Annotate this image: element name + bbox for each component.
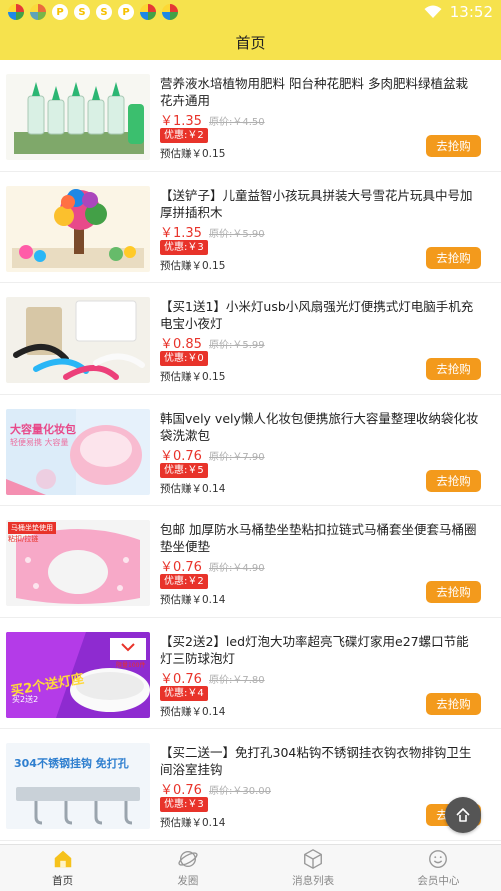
grab-button[interactable]: 去抢购 — [426, 469, 481, 492]
product-image — [6, 74, 150, 160]
coupon-badge: 优惠:￥4 — [160, 685, 208, 701]
clock: 13:52 — [449, 3, 493, 21]
product-price: ￥0.76 — [160, 560, 202, 575]
grab-button[interactable]: 去抢购 — [426, 246, 481, 269]
product-title[interactable]: 韩国vely vely懒人化妆包便携旅行大容量整理收纳袋化妆袋洗漱包 — [160, 410, 479, 444]
product-price: ￥1.35 — [160, 114, 202, 129]
product-price: ￥0.85 — [160, 337, 202, 352]
estimated-earnings: 预估赚￥0.14 — [160, 817, 226, 829]
product-card[interactable]: 马桶坐垫使用 粘扣/拉链 包邮 加厚防水马桶垫坐垫粘扣拉链式马桶套坐便套马桶圈垫… — [0, 506, 501, 618]
product-title[interactable]: 营养液水培植物用肥料 阳台种花肥料 多肉肥料绿植盆栽花卉通用 — [160, 75, 479, 109]
product-card[interactable]: 【送铲子】儿童益智小孩玩具拼装大号雪花片玩具中号加厚拼插积木 ￥1.35 原价:… — [0, 172, 501, 283]
thumb-caption: 买2送2 — [12, 694, 39, 704]
original-price: 原价:￥4.50 — [209, 117, 265, 128]
s-icon: S — [74, 4, 90, 20]
tab-moments[interactable]: 发圈 — [125, 845, 250, 891]
thumb-caption: 马桶坐垫使用 — [8, 522, 56, 534]
thumb-caption: 轻便易携 大容量 — [10, 437, 69, 447]
product-price: ￥0.76 — [160, 671, 202, 687]
coupon-badge: 优惠:￥0 — [160, 351, 208, 366]
coupon-badge: 优惠:￥3 — [160, 239, 208, 255]
tab-label: 首页 — [52, 875, 74, 887]
coupon-badge: 优惠:￥2 — [160, 128, 208, 143]
thumb-caption: 大容量化妆包 — [10, 422, 76, 436]
product-price: ￥1.35 — [160, 225, 202, 241]
product-image: 马桶坐垫使用 粘扣/拉链 — [6, 520, 150, 606]
home-icon — [54, 850, 71, 868]
product-card[interactable]: 大容量化妆包 轻便易携 大容量 韩国vely vely懒人化妆包便携旅行大容量整… — [0, 395, 501, 506]
p-icon: P — [52, 4, 68, 20]
tab-label: 会员中心 — [417, 875, 460, 887]
bottom-tab-bar: 首页 发圈 消息列表 会员中心 — [0, 844, 501, 891]
product-card[interactable]: 营养液水培植物用肥料 阳台种花肥料 多肉肥料绿植盆栽花卉通用 ￥1.35 原价:… — [0, 60, 501, 172]
product-title[interactable]: 【买1送1】小米灯usb小风扇强光灯便携式灯电脑手机充电宝小夜灯 — [160, 298, 479, 332]
tab-home[interactable]: 首页 — [0, 845, 125, 891]
app-icon — [30, 4, 46, 20]
coupon-badge: 优惠:￥2 — [160, 574, 208, 589]
estimated-earnings: 预估赚￥0.14 — [160, 482, 226, 495]
grab-button[interactable]: 去抢购 — [426, 135, 481, 157]
original-price: 原价:￥5.99 — [209, 340, 265, 351]
original-price: 原价:￥7.80 — [209, 674, 265, 686]
product-title[interactable]: 【买2送2】led灯泡大功率超亮飞碟灯家用e27螺口节能灯三防球泡灯 — [160, 633, 479, 667]
arrow-up-icon — [456, 808, 470, 822]
tab-member-center[interactable]: 会员中心 — [376, 845, 501, 891]
product-image: 大容量化妆包 轻便易携 大容量 — [6, 408, 150, 495]
notification-icons: P S S P — [8, 4, 178, 20]
status-bar: P S S P 13:52 — [0, 0, 501, 24]
product-list[interactable]: 营养液水培植物用肥料 阳台种花肥料 多肉肥料绿植盆栽花卉通用 ￥1.35 原价:… — [0, 60, 501, 844]
product-price: ￥0.76 — [160, 783, 202, 798]
product-title[interactable]: 【买二送一】免打孔304粘钩不锈钢挂衣钩衣物排钩卫生间浴室挂钩 — [160, 744, 479, 778]
product-card[interactable]: 【买1送1】小米灯usb小风扇强光灯便携式灯电脑手机充电宝小夜灯 ￥0.85 原… — [0, 283, 501, 395]
s-icon: S — [96, 4, 112, 20]
scroll-to-top-button[interactable] — [445, 797, 481, 833]
original-price: 原价:￥4.90 — [209, 563, 265, 574]
product-card[interactable]: 买2个送灯座 买2送2 限量100件 【买2送2】led灯泡大功率超亮飞碟灯家用… — [0, 618, 501, 729]
grab-button[interactable]: 去抢购 — [426, 692, 481, 715]
grab-button[interactable]: 去抢购 — [426, 581, 481, 603]
estimated-earnings: 预估赚￥0.15 — [160, 371, 226, 383]
product-title[interactable]: 【送铲子】儿童益智小孩玩具拼装大号雪花片玩具中号加厚拼插积木 — [160, 187, 479, 221]
p-icon: P — [118, 4, 134, 20]
tab-messages[interactable]: 消息列表 — [251, 845, 376, 891]
original-price: 原价:￥7.90 — [209, 451, 265, 463]
smile-icon — [429, 850, 448, 868]
header-bar: 首页 — [0, 24, 501, 60]
original-price: 原价:￥30.00 — [209, 786, 271, 797]
page-title: 首页 — [235, 33, 266, 52]
app-icon — [140, 4, 156, 20]
coupon-badge: 优惠:￥5 — [160, 462, 208, 478]
thumb-caption: 粘扣/拉链 — [8, 535, 39, 543]
product-image — [6, 185, 150, 272]
estimated-earnings: 预估赚￥0.15 — [160, 259, 226, 272]
app-icon — [162, 4, 178, 20]
product-price: ￥0.76 — [160, 448, 202, 464]
product-image: 304不锈钢挂钩 免打孔 — [6, 743, 150, 829]
tab-label: 消息列表 — [292, 875, 335, 887]
app-icon — [8, 4, 24, 20]
grab-button[interactable]: 去抢购 — [426, 358, 481, 380]
planet-icon — [178, 850, 198, 868]
box-icon — [304, 849, 323, 869]
wifi-icon — [424, 5, 442, 18]
thumb-caption: 限量100件 — [116, 661, 146, 669]
product-image: 买2个送灯座 买2送2 限量100件 — [6, 631, 150, 718]
estimated-earnings: 预估赚￥0.14 — [160, 594, 226, 606]
estimated-earnings: 预估赚￥0.15 — [160, 148, 226, 160]
original-price: 原价:￥5.90 — [209, 228, 265, 240]
coupon-badge: 优惠:￥3 — [160, 797, 208, 812]
tab-label: 发圈 — [177, 875, 199, 887]
product-image — [6, 297, 150, 383]
product-card[interactable]: 304不锈钢挂钩 免打孔 【买二送一】免打孔304粘钩不锈钢挂衣钩衣物排钩卫生间… — [0, 729, 501, 841]
estimated-earnings: 预估赚￥0.14 — [160, 705, 226, 718]
product-title[interactable]: 包邮 加厚防水马桶垫坐垫粘扣拉链式马桶套坐便套马桶圈垫坐便垫 — [160, 521, 479, 555]
thumb-caption: 304不锈钢挂钩 免打孔 — [14, 757, 129, 770]
